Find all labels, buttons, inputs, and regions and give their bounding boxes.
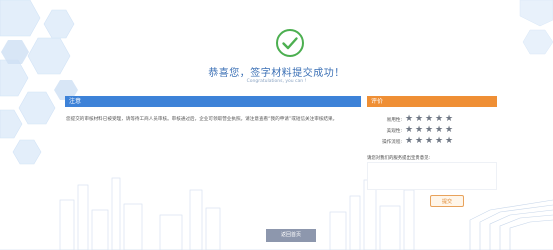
star-icon[interactable]: ★ [405, 126, 414, 135]
rating-row-process: 操作流程: ★ ★ ★ ★ ★ [372, 137, 482, 147]
star-icon[interactable]: ★ [445, 126, 454, 135]
success-subtitle: Congratulations, you can ! [246, 79, 307, 84]
success-title: 恭喜您，签字材料提交成功！ [208, 68, 345, 79]
return-home-button[interactable]: 返回首页 [266, 229, 316, 242]
star-icon[interactable]: ★ [435, 126, 444, 135]
rating-label-process: 操作流程: [382, 140, 402, 145]
star-icon[interactable]: ★ [435, 137, 444, 146]
star-icon[interactable]: ★ [415, 126, 424, 135]
star-rating-usability[interactable]: ★ ★ ★ ★ ★ [405, 115, 454, 125]
star-icon[interactable]: ★ [435, 115, 444, 124]
rating-row-appearance: 美观性: ★ ★ ★ ★ ★ [372, 126, 482, 136]
notice-body: 您提交的审核材料已被受理，请等待工商人员审核。审核通过后，企业可领取营业执照。请… [66, 117, 338, 122]
star-icon[interactable]: ★ [445, 137, 454, 146]
check-circle-icon [276, 29, 304, 57]
rating-label-usability: 易用性: [386, 118, 402, 123]
submit-button[interactable]: 提交 [430, 195, 464, 207]
star-icon[interactable]: ★ [425, 115, 434, 124]
notice-header: 注意 [65, 96, 361, 107]
rating-row-usability: 易用性: ★ ★ ★ ★ ★ [372, 115, 482, 125]
star-icon[interactable]: ★ [425, 126, 434, 135]
comment-label: 请您对我们的服务提出宝贵意见: [367, 156, 430, 161]
star-rating-process[interactable]: ★ ★ ★ ★ ★ [405, 137, 454, 147]
rating-header: 评价 [367, 96, 497, 107]
comment-textarea[interactable] [367, 162, 497, 190]
star-icon[interactable]: ★ [405, 115, 414, 124]
star-icon[interactable]: ★ [415, 137, 424, 146]
star-icon[interactable]: ★ [405, 137, 414, 146]
star-icon[interactable]: ★ [445, 115, 454, 124]
star-rating-appearance[interactable]: ★ ★ ★ ★ ★ [405, 126, 454, 136]
star-icon[interactable]: ★ [425, 137, 434, 146]
rating-label-appearance: 美观性: [386, 129, 402, 134]
star-icon[interactable]: ★ [415, 115, 424, 124]
